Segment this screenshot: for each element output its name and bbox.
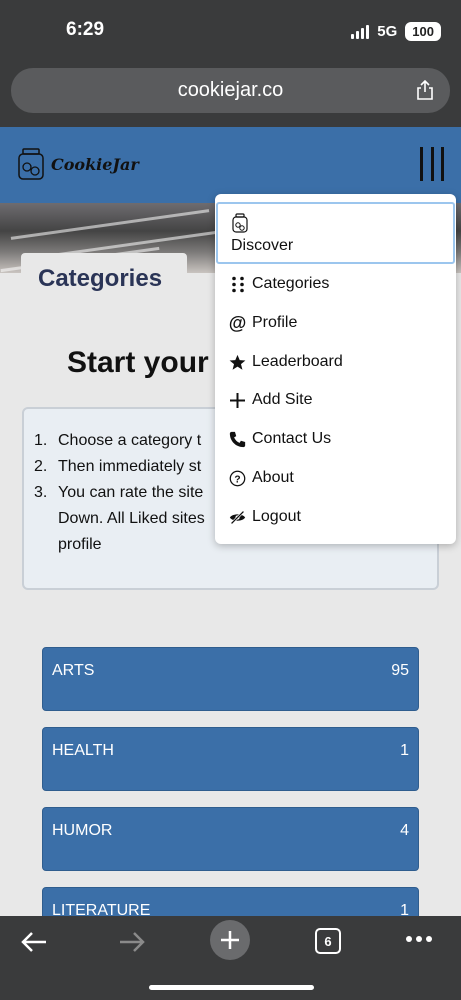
tab-count: 6 <box>324 933 332 949</box>
menu-item-label: Leaderboard <box>252 353 343 370</box>
menu-item-discover[interactable]: Discover <box>216 202 455 264</box>
category-card-health[interactable]: HEALTH 1 <box>42 727 419 791</box>
phone-icon <box>229 431 246 448</box>
cookie-jar-icon <box>232 213 248 233</box>
site-header: CookieJar <box>0 127 461 203</box>
menu-item-label: Add Site <box>252 391 313 408</box>
menu-item-label: About <box>252 469 294 486</box>
nav-dropdown-menu: Discover Categories @ Profile Leaderboar… <box>215 194 456 544</box>
url-text[interactable]: cookiejar.co <box>11 79 450 102</box>
back-icon[interactable] <box>18 926 50 958</box>
category-count: 1 <box>400 742 409 759</box>
more-icon[interactable] <box>404 934 434 944</box>
status-time: 6:29 <box>66 19 105 40</box>
plus-icon <box>229 392 246 409</box>
menu-item-add-site[interactable]: Add Site <box>229 387 312 413</box>
menu-item-logout[interactable]: Logout <box>229 504 301 530</box>
address-bar[interactable]: cookiejar.co <box>11 68 450 113</box>
logo[interactable]: CookieJar <box>17 147 139 181</box>
menu-item-contact-us[interactable]: Contact Us <box>229 426 331 452</box>
cookie-jar-icon <box>18 148 44 180</box>
status-indicators: 5G 100 <box>351 22 441 41</box>
at-icon: @ <box>228 312 247 333</box>
menu-item-label: Logout <box>252 508 301 525</box>
signal-icon <box>351 24 370 39</box>
menu-item-leaderboard[interactable]: Leaderboard <box>229 349 343 375</box>
grid-dots-icon <box>229 276 246 293</box>
menu-item-profile[interactable]: @ Profile <box>228 310 298 336</box>
categories-tab-label: Categories <box>38 265 163 292</box>
category-name: HUMOR <box>52 822 113 839</box>
menu-item-label: Profile <box>252 314 298 331</box>
category-card-humor[interactable]: HUMOR 4 <box>42 807 419 871</box>
hero-title: Start your <box>67 346 209 379</box>
category-count: 95 <box>391 662 409 679</box>
menu-item-categories[interactable]: Categories <box>229 271 329 297</box>
category-count: 4 <box>400 822 409 839</box>
menu-item-label: Categories <box>252 275 330 292</box>
new-tab-icon[interactable] <box>210 920 250 960</box>
category-card-arts[interactable]: ARTS 95 <box>42 647 419 711</box>
network-label: 5G <box>377 23 398 40</box>
eye-slash-icon <box>229 509 246 526</box>
menu-item-about[interactable]: ? About <box>229 465 294 491</box>
logo-text: CookieJar <box>51 154 139 174</box>
tabs-icon[interactable]: 6 <box>315 928 341 954</box>
star-icon <box>229 354 246 371</box>
question-icon: ? <box>229 470 246 487</box>
category-name: ARTS <box>52 662 95 679</box>
share-icon[interactable] <box>416 80 434 100</box>
svg-text:?: ? <box>234 474 240 485</box>
forward-icon[interactable] <box>116 926 148 958</box>
menu-item-label: Discover <box>231 237 294 254</box>
battery-icon: 100 <box>405 22 441 41</box>
category-name: HEALTH <box>52 742 114 759</box>
menu-item-label: Contact Us <box>252 430 332 447</box>
menu-toggle-icon[interactable] <box>420 147 444 181</box>
home-indicator <box>149 985 314 990</box>
browser-top-chrome: 6:29 5G 100 cookiejar.co <box>0 0 461 127</box>
